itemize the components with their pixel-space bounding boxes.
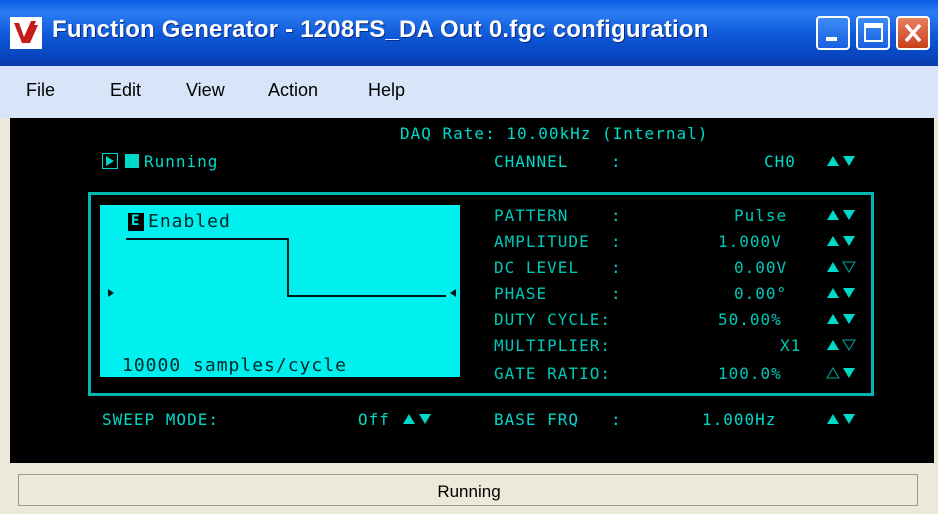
param-value: Pulse [734,206,788,225]
channel-label: CHANNEL : [494,152,622,171]
param-label: PHASE : [494,284,622,303]
menu-help[interactable]: Help [368,80,405,101]
status-text: Running [437,482,501,501]
param-value: 0.00° [734,284,788,303]
menu-bar: File Edit View Action Help [0,66,938,118]
close-icon [904,23,922,43]
menu-view[interactable]: View [186,80,225,101]
amplitude-arrows-icon[interactable] [826,234,856,248]
channel-value: CH0 [764,152,796,171]
duty-cycle-arrows-icon[interactable] [826,312,856,326]
waveform-trace [108,238,456,297]
samples-per-cycle: 10000 samples/cycle [122,355,347,376]
phase-arrows-icon[interactable] [826,286,856,300]
menu-file[interactable]: File [26,80,55,101]
play-icon[interactable] [102,153,118,169]
minimize-button[interactable] [816,16,850,50]
run-state: Running [144,152,219,171]
param-label: DUTY CYCLE: [494,310,611,329]
base-frq-arrows-icon[interactable] [826,412,856,426]
status-bar: Running [0,468,938,514]
pattern-arrows-icon[interactable] [826,208,856,222]
param-label: PATTERN : [494,206,622,225]
stop-icon[interactable] [124,153,140,169]
minimize-icon [826,37,837,41]
param-label: GATE RATIO: [494,364,611,383]
waveform-preview: E Enabled 10000 samples/cycle [98,203,462,379]
window-title: Function Generator - 1208FS_DA Out 0.fgc… [52,16,709,43]
gate-ratio-arrows-icon[interactable] [826,366,856,380]
param-value: 50.00% [718,310,782,329]
param-label: DC LEVEL : [494,258,622,277]
param-label: AMPLITUDE : [494,232,622,251]
maximize-button[interactable] [856,16,890,50]
sweep-mode-value: Off [358,410,390,429]
multiplier-arrows-icon[interactable] [826,338,856,352]
dc-level-arrows-icon[interactable] [826,260,856,274]
base-frq-value: 1.000Hz [702,410,777,429]
param-value: 0.00V [734,258,788,277]
daq-rate: DAQ Rate: 10.00kHz (Internal) [400,124,709,143]
sweep-arrows-icon[interactable] [402,412,432,426]
param-value: X1 [780,336,802,355]
app-logo-icon [10,17,42,49]
status-field: Running [18,474,918,506]
title-bar[interactable]: Function Generator - 1208FS_DA Out 0.fgc… [0,0,938,66]
param-label: MULTIPLIER: [494,336,611,355]
close-button[interactable] [896,16,930,50]
sweep-mode-label: SWEEP MODE: [102,410,219,429]
window-edge [938,0,944,514]
param-value: 1.000V [718,232,782,251]
base-frq-label: BASE FRQ : [494,410,622,429]
channel-arrows-icon[interactable] [826,154,856,168]
param-value: 100.0% [718,364,782,383]
menu-edit[interactable]: Edit [110,80,141,101]
maximize-icon [864,23,883,42]
menu-action[interactable]: Action [268,80,318,101]
app-window: Function Generator - 1208FS_DA Out 0.fgc… [0,0,938,514]
